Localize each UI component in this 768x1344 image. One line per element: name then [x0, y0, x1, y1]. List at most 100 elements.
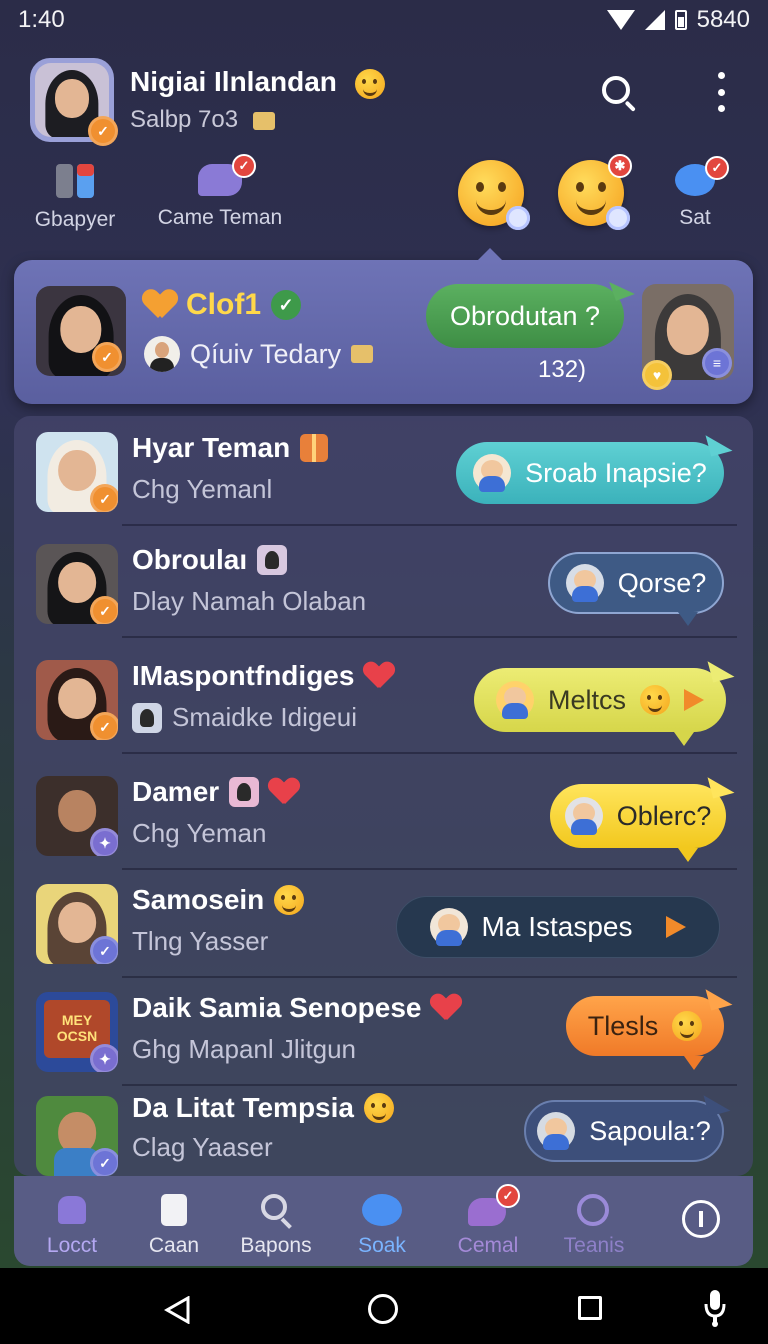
quick-action-gbapyer[interactable]: Gbapyer: [30, 164, 120, 232]
message-bubble[interactable]: Oblerc?: [550, 771, 735, 862]
nav-item-locct[interactable]: Locct: [22, 1192, 122, 1258]
wifi-icon: [606, 10, 635, 30]
profile-avatar[interactable]: ✓: [30, 58, 118, 146]
profile-subtitle: Salbp 7o3: [130, 106, 239, 133]
pinned-title: Clof1: [186, 288, 261, 321]
battery-icon: [674, 10, 687, 30]
heart-icon: [144, 290, 176, 320]
wink-emoji-icon: [672, 1011, 703, 1041]
pinned-title-row: Clof1 ✓: [144, 288, 301, 322]
info-button[interactable]: [682, 1200, 720, 1238]
nav-item-cemal[interactable]: ✓ Cemal: [438, 1184, 538, 1258]
message-bubble[interactable]: Sapoula:?: [524, 1089, 731, 1162]
chat-avatar: ✦: [36, 776, 118, 856]
chat-row[interactable]: ✓ Hyar Teman Chg Yemanl Sroab Inapsie?: [14, 416, 753, 526]
nav-label: Locct: [46, 1234, 98, 1257]
chat-bubble-icon: ✓: [198, 154, 256, 196]
chat-name-row: Hyar Teman: [132, 432, 329, 464]
sticker-icon: [257, 545, 288, 575]
bubble-text: Sroab Inapsie?: [525, 457, 707, 488]
voice-button[interactable]: [702, 1288, 728, 1328]
grin-emoji-icon[interactable]: [458, 160, 530, 230]
cartoon-avatar-icon: [495, 681, 534, 719]
profile-name: Nigiai Ilnlandan: [130, 66, 337, 97]
microphone-icon: [704, 1290, 726, 1327]
pinned-chat-card[interactable]: ✓ Clof1 ✓ Qíuiv Tedary Obrodutan ? 132) …: [14, 248, 753, 404]
message-bubble[interactable]: Qorse?: [548, 552, 724, 626]
verified-badge-icon: ✓: [90, 936, 118, 964]
pinned-bubble-text: Obrodutan ?: [449, 300, 601, 331]
play-icon: [684, 689, 704, 711]
gift-badge-icon: ✦: [90, 1044, 118, 1072]
pinned-count: 132): [538, 356, 587, 383]
bubble-text: Tlesls: [587, 1010, 659, 1041]
chat-preview: Clag Yaaser: [132, 1132, 273, 1162]
chat-row[interactable]: ✦ Damer Chg Yeman Oblerc?: [14, 760, 753, 870]
crown-icon: [351, 345, 374, 363]
search-button[interactable]: [600, 74, 640, 114]
chat-avatar: ✓: [36, 432, 118, 512]
crown-icon: [252, 111, 275, 130]
chat-name: Hyar Teman: [132, 432, 291, 463]
play-icon: [666, 916, 687, 938]
home-button[interactable]: [368, 1294, 398, 1324]
pinned-subtitle-row: Qíuiv Tedary: [144, 336, 374, 372]
smile-emoji-icon: [274, 885, 305, 915]
chat-name: Damer: [132, 776, 220, 807]
nav-item-bapons[interactable]: Bapons: [226, 1192, 326, 1258]
pinned-message-bubble[interactable]: Obrodutan ?: [426, 284, 624, 348]
info-icon: [699, 1211, 703, 1227]
chat-name: Da Litat Tempsia: [132, 1092, 354, 1123]
quick-action-came-teman[interactable]: ✓ Came Teman: [150, 154, 290, 230]
chat-list: ✓ Hyar Teman Chg Yemanl Sroab Inapsie? ✓…: [14, 416, 753, 1176]
chat-name-row: Damer: [132, 776, 299, 808]
cartoon-avatar-icon: [537, 1112, 576, 1150]
message-bubble[interactable]: Meltcs: [474, 655, 735, 746]
nav-item-caan[interactable]: Caan: [124, 1192, 224, 1258]
battery-level: 5840: [696, 6, 750, 33]
back-button[interactable]: [163, 1295, 190, 1325]
bubble-text: Meltcs: [547, 684, 626, 715]
chat-name-row: Daik Samia Senopese: [132, 992, 461, 1024]
mini-avatar: [144, 336, 180, 372]
message-bubble[interactable]: Ma Istaspes: [396, 896, 720, 958]
wink-emoji-icon[interactable]: ✱: [558, 154, 632, 230]
chat-name-row: Obroulaı: [132, 544, 288, 576]
chat-row[interactable]: MEY OCSN ✦ Daik Samia Senopese Ghg Mapan…: [14, 976, 753, 1086]
verified-badge-icon: ✓: [90, 1148, 118, 1176]
verified-badge-icon: ✓: [90, 484, 118, 512]
chat-avatar: ✓: [36, 660, 118, 740]
verified-badge-icon: ✓: [90, 712, 118, 740]
sticker-icon: [132, 702, 162, 733]
bottom-navigation: Locct Caan Bapons Soak ✓ Cemal Teanis: [14, 1176, 753, 1266]
nav-label: Caan: [148, 1234, 200, 1257]
quick-action-sat[interactable]: ✓ Sat: [660, 156, 730, 230]
status-icons: 5840: [606, 6, 750, 34]
nav-item-teanis[interactable]: Teanis: [544, 1192, 644, 1258]
chat-preview: Chg Yeman: [132, 818, 267, 848]
chat-avatar: ✓: [36, 1096, 118, 1176]
chat-row[interactable]: ✓ Da Litat Tempsia Clag Yaaser Sapoula:?: [14, 1080, 753, 1176]
gift-icon: [300, 434, 329, 462]
nav-label: Cemal: [457, 1234, 519, 1257]
system-navigation-bar: [0, 1268, 768, 1344]
recents-button[interactable]: [578, 1296, 602, 1320]
chat-row[interactable]: ✓ IMaspontfndiges Smaidke Idigeui Meltcs: [14, 644, 753, 754]
message-bubble[interactable]: Tlesls: [566, 983, 733, 1070]
nav-label: Teanis: [563, 1234, 625, 1257]
more-menu-button[interactable]: [716, 72, 726, 112]
chat-row[interactable]: ✓ Samosein Tlng Yasser Ma Istaspes: [14, 868, 753, 978]
chat-preview: Ghg Mapanl Jlitgun: [132, 1034, 357, 1064]
heart-badge-icon: ♥: [642, 360, 672, 390]
wink-emoji-icon: [354, 68, 385, 99]
bubble-text: Sapoula:?: [589, 1115, 711, 1146]
message-bubble[interactable]: Sroab Inapsie?: [456, 429, 733, 504]
chat-row[interactable]: ✓ Obroulaı Dlay Namah Olaban Qorse?: [14, 528, 753, 638]
chat-name-row: Samosein: [132, 884, 305, 916]
verified-badge-icon: ✓: [88, 116, 118, 146]
nav-item-soak[interactable]: Soak: [332, 1192, 432, 1258]
chat-preview: Tlng Yasser: [132, 926, 269, 956]
quick-action-label: Gbapyer: [34, 208, 116, 231]
nav-label: Bapons: [240, 1234, 312, 1257]
status-bar: 1:40 5840: [0, 0, 768, 40]
